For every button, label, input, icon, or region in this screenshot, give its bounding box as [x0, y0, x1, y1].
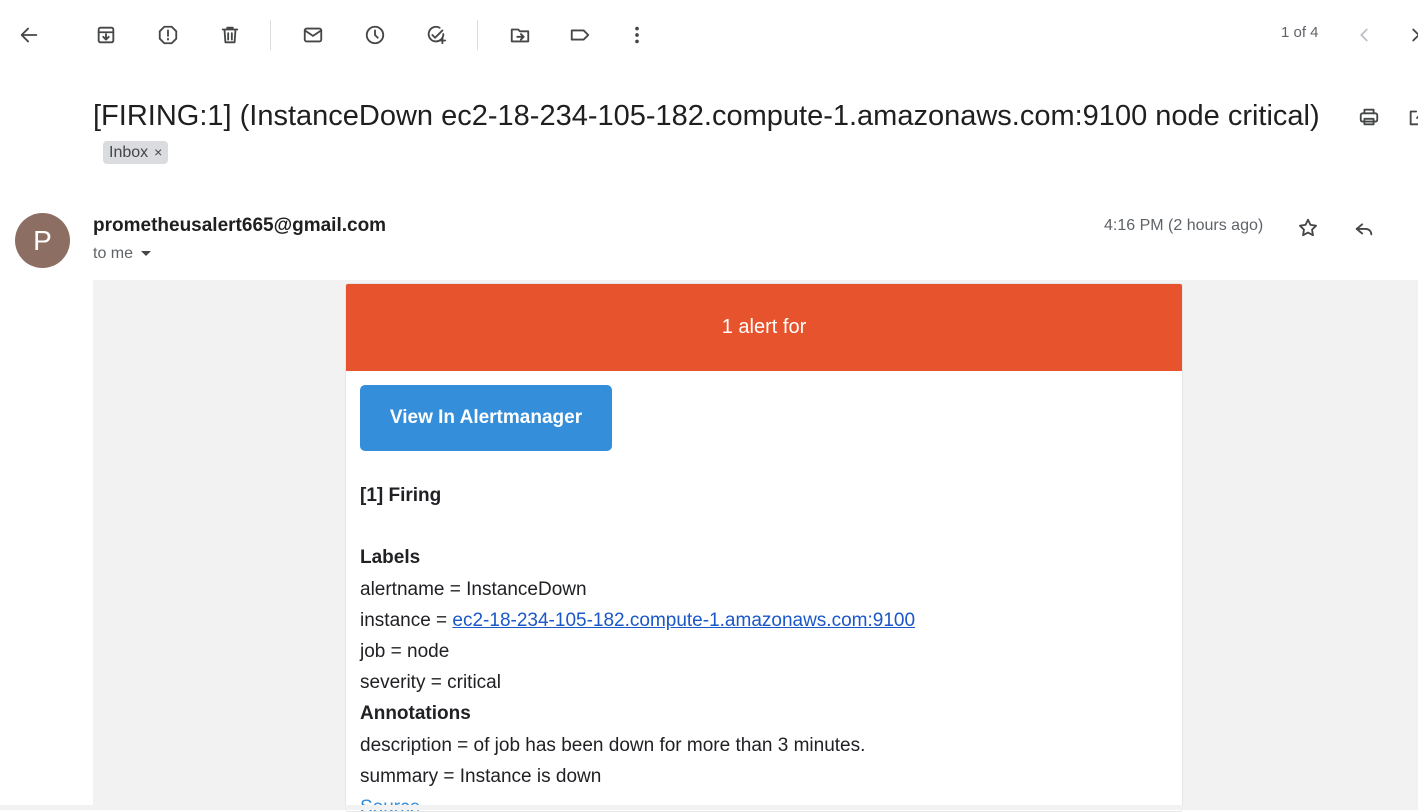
- labels-button[interactable]: [560, 15, 600, 55]
- reply-icon: [1355, 223, 1373, 236]
- email-timestamp: 4:16 PM (2 hours ago): [1104, 217, 1264, 234]
- alert-details: [1] Firing Labels alertname = InstanceDo…: [360, 480, 915, 811]
- subject-text: [FIRING:1] (InstanceDown ec2-18-234-105-…: [93, 100, 1320, 132]
- job-line: job = node: [360, 641, 450, 663]
- alertname-line: alertname = InstanceDown: [360, 578, 587, 600]
- avatar[interactable]: P: [15, 213, 70, 268]
- recipient-text: to me: [93, 245, 134, 262]
- labels-heading: Labels: [360, 547, 421, 569]
- open-in-new-icon: [1409, 110, 1418, 126]
- add-task-button[interactable]: [416, 15, 456, 55]
- sender-email[interactable]: prometheusalert665@gmail.com: [93, 215, 386, 237]
- older-button[interactable]: [1396, 15, 1418, 55]
- firing-heading: [1] Firing: [360, 485, 442, 506]
- add-task-icon: [427, 25, 447, 45]
- pager-count: 1 of 4: [1281, 24, 1319, 41]
- back-button[interactable]: [9, 15, 49, 55]
- chevron-right-icon: [1412, 28, 1418, 42]
- message-more-button[interactable]: [1400, 208, 1418, 248]
- alert-card: 1 alert for View In Alertmanager [1] Fir…: [345, 283, 1183, 812]
- reply-button[interactable]: [1344, 208, 1384, 248]
- email-subject: [FIRING:1] (InstanceDown ec2-18-234-105-…: [93, 97, 1323, 173]
- toolbar-divider: [270, 20, 271, 50]
- delete-button[interactable]: [210, 15, 250, 55]
- summary-line: summary = Instance is down: [360, 765, 602, 787]
- more-options-button[interactable]: [617, 15, 657, 55]
- instance-link[interactable]: ec2-18-234-105-182.compute-1.amazonaws.c…: [452, 610, 915, 631]
- instance-prefix: instance =: [360, 609, 453, 631]
- archive-button[interactable]: [86, 15, 126, 55]
- snooze-button[interactable]: [355, 15, 395, 55]
- label-icon: [570, 29, 590, 41]
- caret-down-icon: [141, 251, 152, 256]
- trash-icon: [221, 26, 239, 44]
- arrow-left-icon: [20, 27, 38, 43]
- bottom-strip: [0, 805, 1418, 810]
- star-button[interactable]: [1288, 208, 1328, 248]
- star-icon: [1299, 218, 1317, 237]
- move-to-button[interactable]: [500, 15, 540, 55]
- archive-icon: [97, 26, 115, 44]
- newer-button[interactable]: [1344, 15, 1384, 55]
- description-line: description = of job has been down for m…: [360, 734, 866, 756]
- instance-line: instance = ec2-18-234-105-182.compute-1.…: [360, 605, 915, 636]
- alert-banner: 1 alert for: [346, 284, 1182, 371]
- open-new-window-button[interactable]: [1398, 97, 1418, 137]
- chevron-left-icon: [1360, 28, 1368, 42]
- toolbar-divider: [477, 20, 478, 50]
- report-spam-icon: [158, 25, 178, 45]
- remove-label-icon[interactable]: ×: [154, 144, 162, 160]
- mail-icon: [303, 27, 323, 43]
- print-button[interactable]: [1349, 97, 1389, 137]
- more-vert-icon: [635, 26, 639, 44]
- more-vert-icon: [1409, 217, 1418, 239]
- severity-line: severity = critical: [360, 672, 501, 694]
- label-chip-inbox[interactable]: Inbox ×: [103, 140, 169, 164]
- mark-unread-button[interactable]: [293, 15, 333, 55]
- view-in-alertmanager-button[interactable]: View In Alertmanager: [360, 385, 612, 451]
- report-spam-button[interactable]: [148, 15, 188, 55]
- recipient-details-toggle[interactable]: to me: [93, 245, 152, 263]
- annotations-heading: Annotations: [360, 703, 471, 725]
- label-chip-text: Inbox: [109, 143, 149, 161]
- print-icon: [1359, 108, 1379, 126]
- move-to-folder-icon: [510, 28, 530, 43]
- clock-icon: [365, 25, 385, 45]
